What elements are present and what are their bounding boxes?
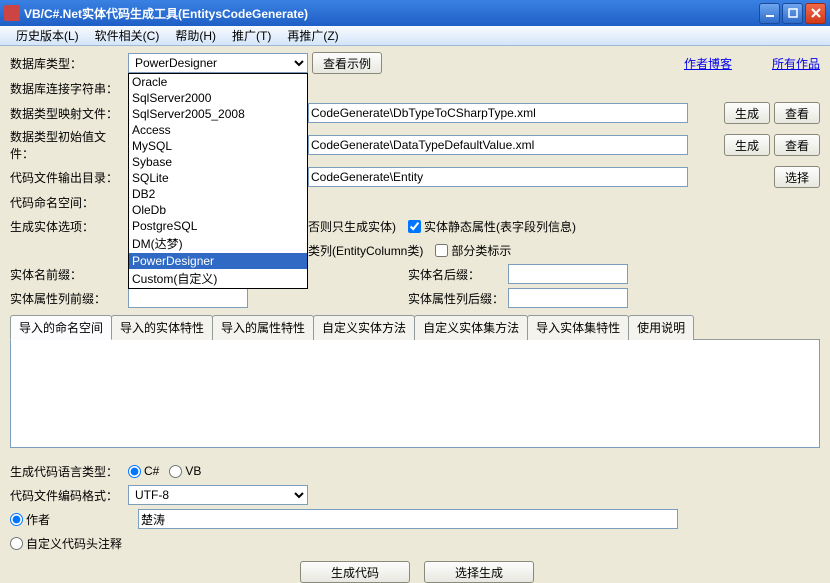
- partial-label: 部分类标示: [451, 242, 511, 259]
- static-prop-label: 实体静态属性(表字段列信息): [424, 218, 576, 235]
- menu-software[interactable]: 软件相关(C): [87, 25, 168, 46]
- select-generate-button[interactable]: 选择生成: [424, 561, 534, 583]
- propsuffix-input[interactable]: [508, 288, 628, 308]
- propprefix-input[interactable]: [128, 288, 248, 308]
- outdir-select-button[interactable]: 选择: [774, 166, 820, 188]
- label-prefix: 实体名前缀：: [10, 266, 128, 283]
- label-propprefix: 实体属性列前缀：: [10, 290, 128, 307]
- label-encoding: 代码文件编码格式：: [10, 487, 128, 504]
- author-input[interactable]: [138, 509, 678, 529]
- static-prop-checkbox[interactable]: [408, 220, 421, 233]
- dbtype-option[interactable]: Access: [129, 122, 307, 138]
- author-radio[interactable]: [10, 513, 23, 526]
- tab-1[interactable]: 导入的实体特性: [111, 315, 213, 340]
- customhdr-radio[interactable]: [10, 537, 23, 550]
- initval-view-button[interactable]: 查看: [774, 134, 820, 156]
- dbtype-dropdown-list: OracleSqlServer2000SqlServer2005_2008Acc…: [128, 73, 308, 289]
- generate-code-button[interactable]: 生成代码: [300, 561, 410, 583]
- label-suffix: 实体名后缀：: [408, 266, 508, 283]
- outdir-input[interactable]: [308, 167, 688, 187]
- app-icon: [4, 5, 20, 21]
- label-initval: 数据类型初始值文件：: [10, 128, 128, 162]
- lang-vb-radio[interactable]: [169, 465, 182, 478]
- typemap-gen-button[interactable]: 生成: [724, 102, 770, 124]
- tab-6[interactable]: 使用说明: [628, 315, 694, 340]
- menu-help[interactable]: 帮助(H): [167, 25, 224, 46]
- typemap-view-button[interactable]: 查看: [774, 102, 820, 124]
- typemap-input[interactable]: [308, 103, 688, 123]
- dbtype-option[interactable]: PostgreSQL: [129, 218, 307, 234]
- close-button[interactable]: [805, 3, 826, 24]
- dbtype-option[interactable]: OleDb: [129, 202, 307, 218]
- author-blog-link[interactable]: 作者博客: [684, 55, 732, 72]
- partial-checkbox[interactable]: [435, 244, 448, 257]
- label-dbtype: 数据库类型：: [10, 55, 128, 72]
- suffix-input[interactable]: [508, 264, 628, 284]
- opt-onlyentity-text: 否则只生成实体): [308, 218, 396, 235]
- import-ns-textarea[interactable]: [10, 340, 820, 448]
- label-langtype: 生成代码语言类型：: [10, 463, 128, 480]
- window-title: VB/C#.Net实体代码生成工具(EntitysCodeGenerate): [24, 5, 759, 22]
- lang-cs-radio[interactable]: [128, 465, 141, 478]
- dbtype-option[interactable]: SqlServer2005_2008: [129, 106, 307, 122]
- initval-input[interactable]: [308, 135, 688, 155]
- maximize-button[interactable]: [782, 3, 803, 24]
- titlebar: VB/C#.Net实体代码生成工具(EntitysCodeGenerate): [0, 0, 830, 26]
- dbtype-option[interactable]: Custom(自定义): [129, 269, 307, 288]
- label-opts: 生成实体选项：: [10, 218, 128, 235]
- menu-repromote[interactable]: 再推广(Z): [279, 25, 346, 46]
- dbtype-option[interactable]: Oracle: [129, 74, 307, 90]
- dbtype-option[interactable]: Sybase: [129, 154, 307, 170]
- tab-5[interactable]: 导入实体集特性: [527, 315, 629, 340]
- label-connstr: 数据库连接字符串：: [10, 80, 128, 97]
- tab-0[interactable]: 导入的命名空间: [10, 315, 112, 340]
- minimize-button[interactable]: [759, 3, 780, 24]
- dbtype-option[interactable]: DB2: [129, 186, 307, 202]
- label-typemap: 数据类型映射文件：: [10, 105, 128, 122]
- dbtype-option[interactable]: SqlServer2000: [129, 90, 307, 106]
- opt-entitycol-text: 类列(EntityColumn类): [308, 242, 423, 259]
- dbtype-option[interactable]: MySQL: [129, 138, 307, 154]
- label-ns: 代码命名空间：: [10, 194, 128, 211]
- menu-history[interactable]: 历史版本(L): [8, 25, 87, 46]
- dbtype-option[interactable]: SQLite: [129, 170, 307, 186]
- menu-promote[interactable]: 推广(T): [224, 25, 279, 46]
- dbtype-option[interactable]: DM(达梦): [129, 234, 307, 253]
- tab-3[interactable]: 自定义实体方法: [313, 315, 415, 340]
- menubar: 历史版本(L) 软件相关(C) 帮助(H) 推广(T) 再推广(Z): [0, 26, 830, 46]
- label-propsuffix: 实体属性列后缀：: [408, 290, 508, 307]
- dbtype-select[interactable]: PowerDesigner: [128, 53, 308, 73]
- initval-gen-button[interactable]: 生成: [724, 134, 770, 156]
- all-works-link[interactable]: 所有作品: [772, 55, 820, 72]
- dbtype-option[interactable]: PowerDesigner: [129, 253, 307, 269]
- tab-2[interactable]: 导入的属性特性: [212, 315, 314, 340]
- tabs: 导入的命名空间导入的实体特性导入的属性特性自定义实体方法自定义实体集方法导入实体…: [10, 314, 820, 340]
- tab-4[interactable]: 自定义实体集方法: [414, 315, 528, 340]
- encoding-select[interactable]: UTF-8: [128, 485, 308, 505]
- label-outdir: 代码文件输出目录：: [10, 169, 128, 186]
- view-sample-button[interactable]: 查看示例: [312, 52, 382, 74]
